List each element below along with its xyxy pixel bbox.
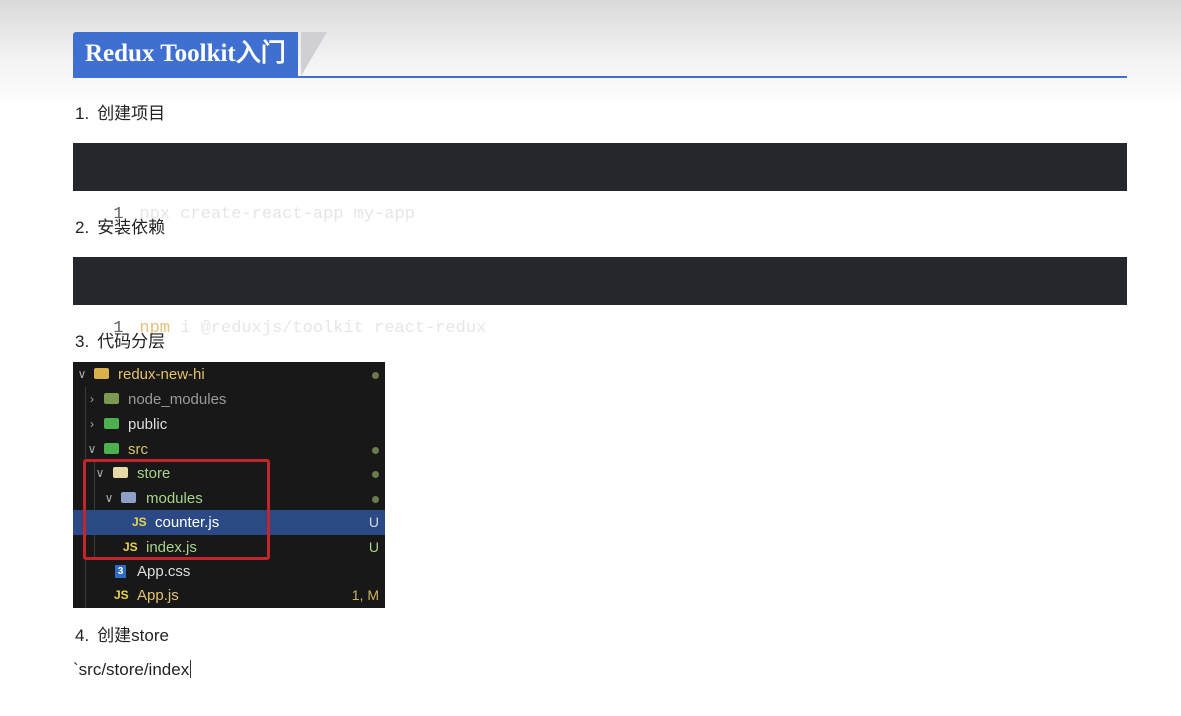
code-block-create-app[interactable]: 1 npx create-react-app my-app — [73, 143, 1127, 224]
tree-item-app-js[interactable]: JS App.js 1, M — [73, 583, 385, 608]
css-file-icon: 3 — [115, 565, 126, 578]
title-underline — [73, 76, 1127, 78]
tree-item-label: redux-new-hi — [118, 366, 205, 383]
chevron-right-icon: › — [90, 392, 94, 406]
tree-item-label: App.js — [137, 587, 179, 604]
file-explorer-screenshot: ∨ redux-new-hi › node_modules › public ∨… — [73, 362, 385, 608]
git-status-badge: U — [368, 514, 379, 530]
step-label: 代码分层 — [97, 332, 166, 351]
code-text: i @reduxjs/toolkit react-redux — [170, 319, 487, 338]
step-number: 3. — [75, 332, 90, 351]
step-label: 创建store — [97, 626, 169, 645]
step-4: 4. 创建store — [75, 621, 169, 646]
step-number: 4. — [75, 626, 90, 645]
step-number: 2. — [75, 218, 90, 237]
section-title: Redux Toolkit入门 — [73, 32, 298, 76]
path-text: `src/store/index — [73, 660, 190, 679]
step-2: 2. 安装依赖 — [75, 213, 165, 238]
tree-item-label: public — [128, 416, 168, 433]
modified-dot — [372, 461, 379, 486]
git-status-badge: U — [368, 539, 379, 555]
step-number: 1. — [75, 104, 90, 123]
code-text: npx create-react-app my-app — [139, 205, 415, 224]
tree-item-node-modules[interactable]: › node_modules — [73, 387, 385, 412]
js-file-icon: JS — [114, 588, 129, 602]
tree-item-root[interactable]: ∨ redux-new-hi — [73, 362, 385, 387]
modified-dot — [372, 486, 379, 511]
public-folder-icon — [104, 412, 119, 437]
step-label: 创建项目 — [97, 104, 166, 123]
modified-dot — [372, 437, 379, 462]
tree-item-app-css[interactable]: 3 App.css — [73, 559, 385, 584]
editing-line[interactable]: `src/store/index — [73, 660, 192, 680]
step-label: 安装依赖 — [97, 218, 166, 237]
chevron-right-icon: › — [90, 417, 94, 431]
tree-item-label: App.css — [137, 563, 191, 580]
tree-item-public[interactable]: › public — [73, 412, 385, 437]
step-1: 1. 创建项目 — [75, 99, 165, 124]
git-status-badge: 1, M — [351, 587, 379, 603]
step-3: 3. 代码分层 — [75, 327, 165, 352]
code-block-install[interactable]: 1 npm i @reduxjs/toolkit react-redux — [73, 257, 1127, 338]
tree-item-label: node_modules — [128, 391, 227, 408]
chevron-down-icon: ∨ — [77, 367, 87, 381]
modified-dot — [372, 362, 379, 387]
highlight-box — [83, 459, 270, 560]
title-fold-decoration — [301, 32, 327, 76]
text-cursor — [190, 660, 192, 678]
section-header: Redux Toolkit入门 — [73, 32, 1127, 80]
package-folder-icon — [104, 387, 119, 412]
folder-icon — [94, 362, 109, 387]
